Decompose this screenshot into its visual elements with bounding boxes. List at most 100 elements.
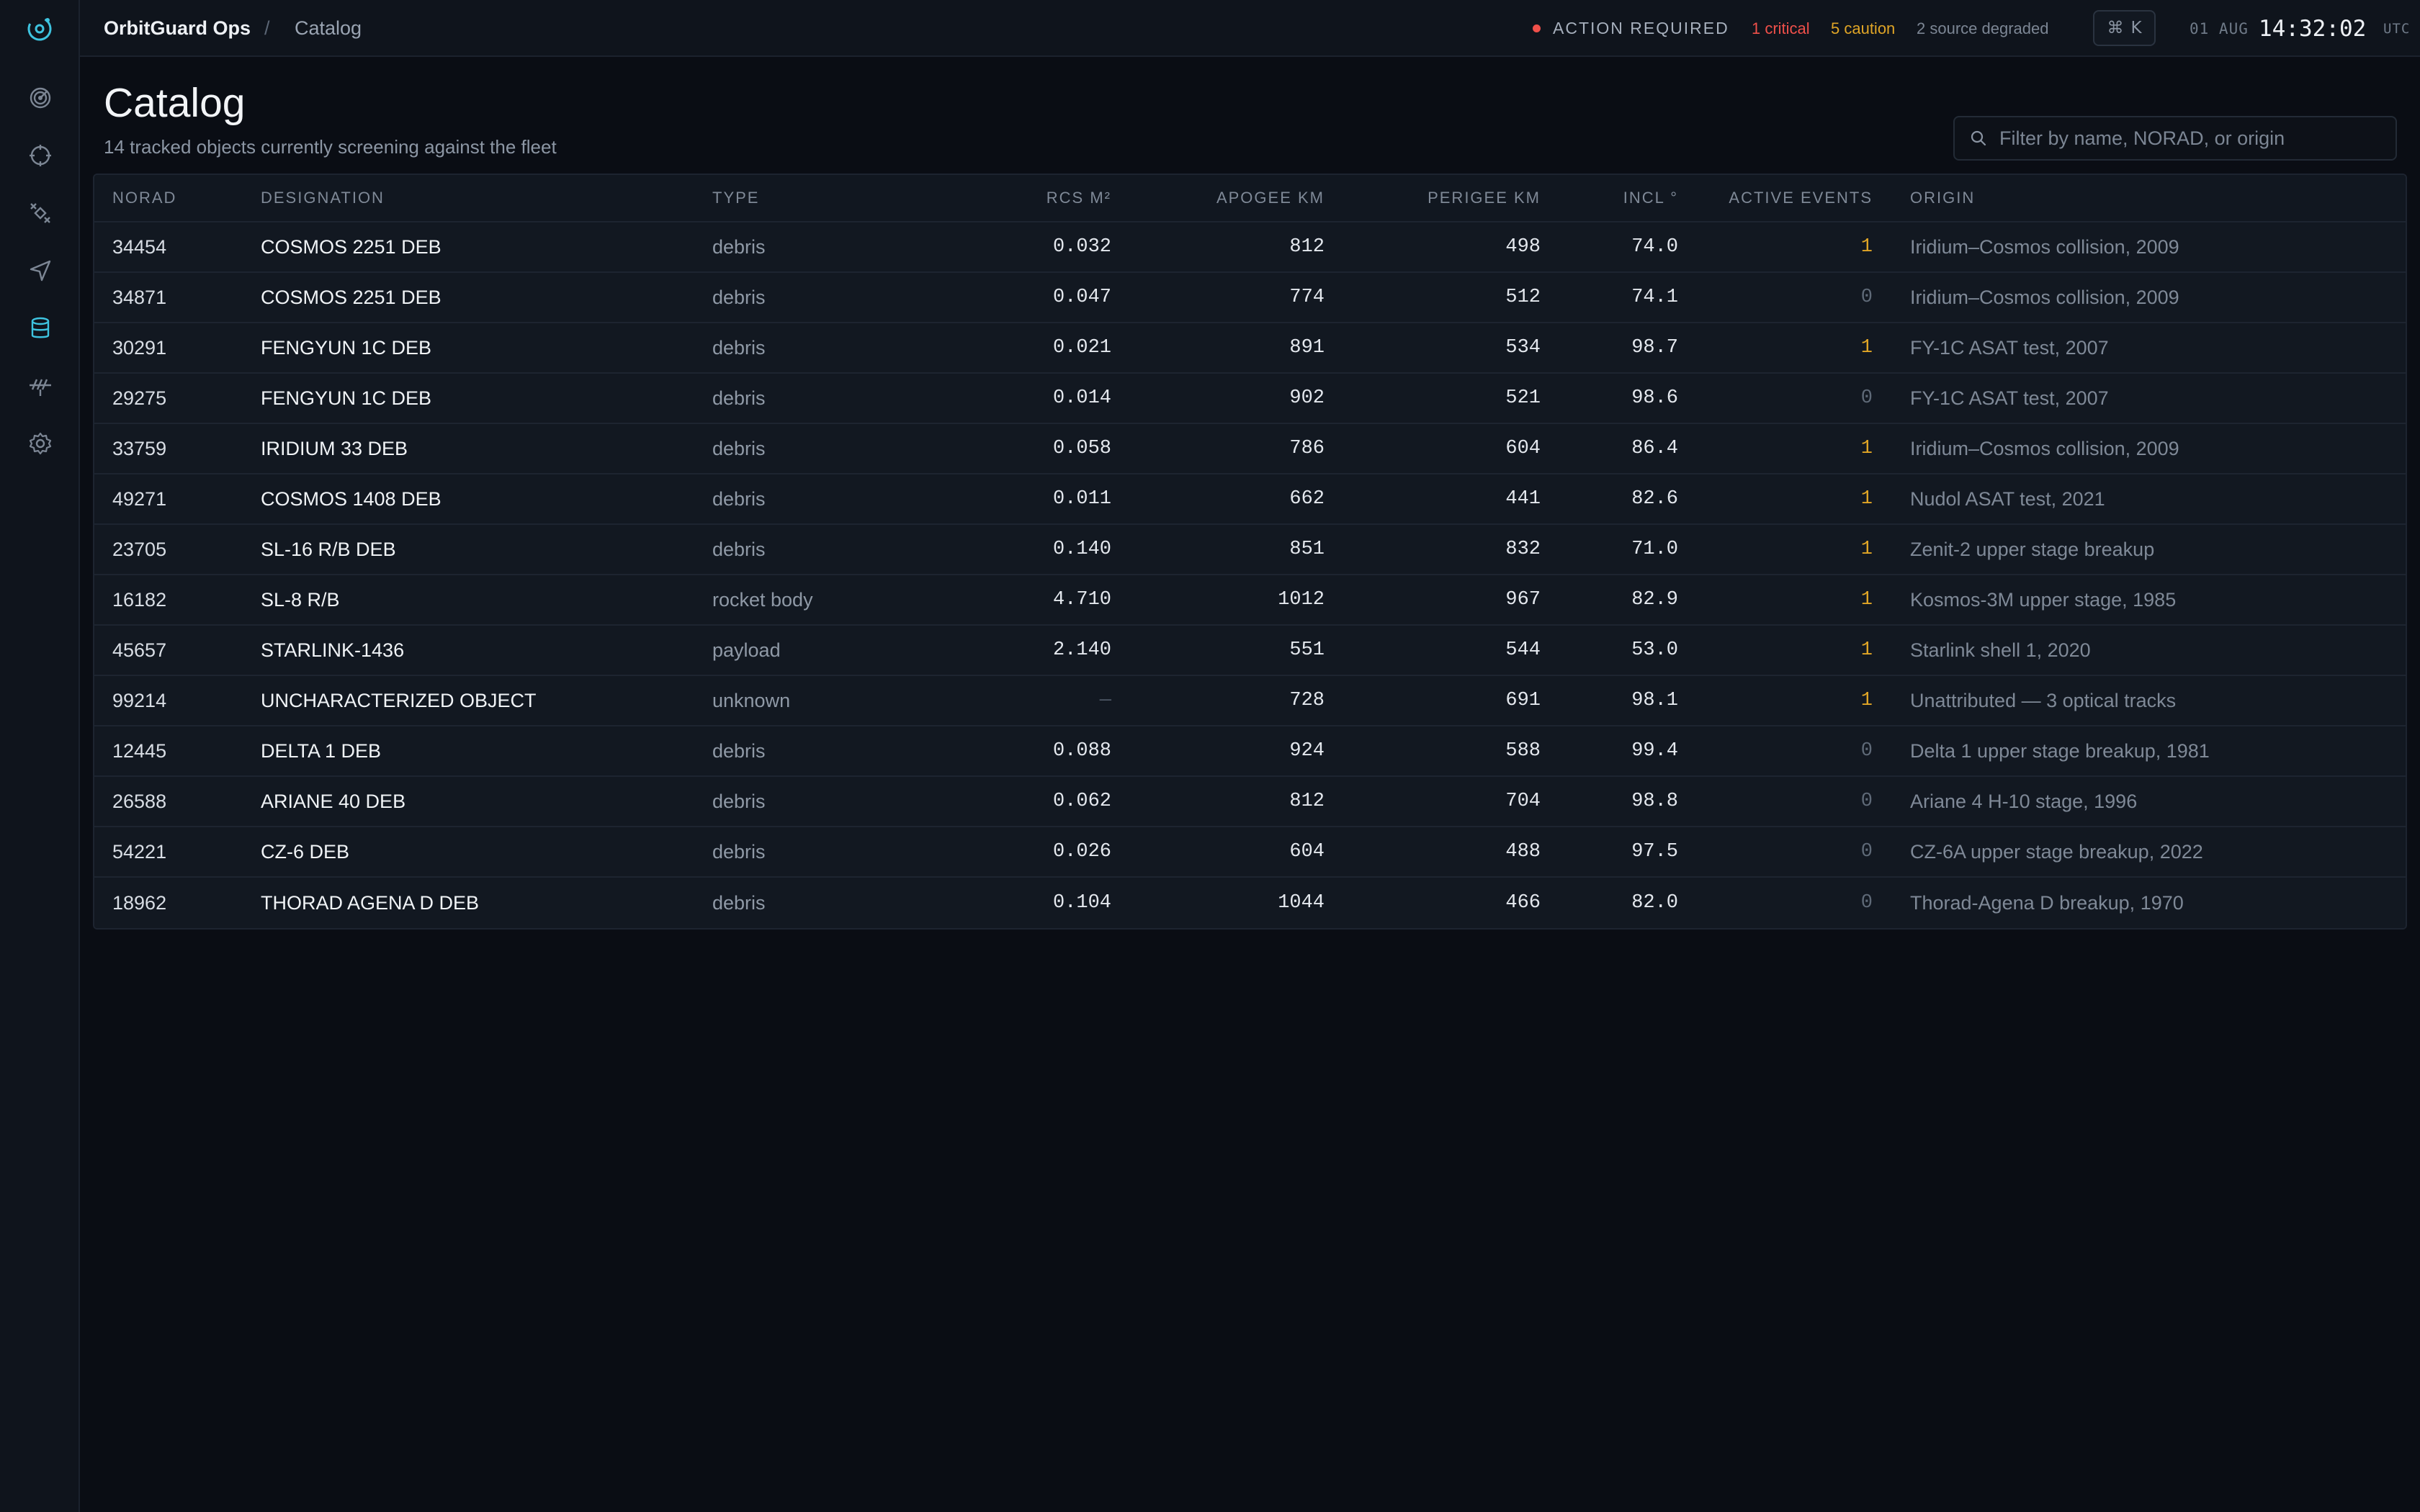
cell-type: payload bbox=[712, 639, 781, 661]
cell-norad: 54221 bbox=[112, 840, 167, 863]
table-row[interactable]: 30291 FENGYUN 1C DEB debris 0.021 891 534 98.7… bbox=[94, 323, 2406, 374]
cell-apogee: 812 bbox=[1289, 791, 1325, 812]
cell-rcs: 0.026 bbox=[1052, 841, 1111, 863]
degraded-sources[interactable]: 2 source degraded bbox=[1917, 0, 2048, 57]
table-row[interactable]: 49271 COSMOS 1408 DEB debris 0.011 662 441 82.… bbox=[94, 474, 2406, 525]
cell-perigee: 832 bbox=[1505, 539, 1541, 560]
cell-norad: 45657 bbox=[112, 639, 167, 661]
column-header-designation[interactable]: DESIGNATION bbox=[261, 175, 385, 221]
cell-perigee: 967 bbox=[1505, 589, 1541, 611]
table-row[interactable]: 16182 SL-8 R/B rocket body 4.710 1012 967 82.9… bbox=[94, 575, 2406, 626]
cell-active-events: 0 bbox=[1860, 841, 1873, 863]
table-row[interactable]: 45657 STARLINK-1436 payload 2.140 551 544 53.0… bbox=[94, 626, 2406, 676]
column-header-norad[interactable]: NORAD bbox=[112, 175, 176, 221]
cell-origin: Zenit-2 upper stage breakup bbox=[1910, 538, 2155, 560]
breadcrumb-current: Catalog bbox=[295, 17, 362, 39]
cell-perigee: 512 bbox=[1505, 287, 1541, 308]
table-row[interactable]: 29275 FENGYUN 1C DEB debris 0.014 902 521 98.6… bbox=[94, 374, 2406, 424]
status-dot-icon bbox=[1533, 24, 1541, 32]
cell-perigee: 498 bbox=[1505, 236, 1541, 258]
table-row[interactable]: 33759 IRIDIUM 33 DEB debris 0.058 786 604 86.4… bbox=[94, 424, 2406, 474]
cell-inclination: 99.4 bbox=[1631, 740, 1678, 762]
cell-rcs: 0.140 bbox=[1052, 539, 1111, 560]
cell-perigee: 704 bbox=[1505, 791, 1541, 812]
column-header-inclination[interactable]: INCL ° bbox=[1623, 175, 1678, 221]
table-header: NORAD DESIGNATION TYPE RCS M² APOGEE KM … bbox=[94, 175, 2406, 222]
cell-type: debris bbox=[712, 235, 766, 258]
cell-type: debris bbox=[712, 840, 766, 863]
sidebar-item-catalog[interactable] bbox=[0, 303, 80, 354]
breadcrumb-separator: / bbox=[264, 17, 270, 39]
sidebar-item-targets[interactable] bbox=[0, 130, 80, 181]
catalog-table: NORAD DESIGNATION TYPE RCS M² APOGEE KM … bbox=[93, 174, 2407, 930]
sidebar-item-dispatch[interactable] bbox=[0, 246, 80, 296]
column-header-rcs[interactable]: RCS M² bbox=[1047, 175, 1111, 221]
table-row[interactable]: 34454 COSMOS 2251 DEB debris 0.032 812 498 74.… bbox=[94, 222, 2406, 273]
column-header-apogee[interactable]: APOGEE KM bbox=[1216, 175, 1325, 221]
sidebar-item-radar[interactable] bbox=[0, 73, 80, 123]
column-header-perigee[interactable]: PERIGEE KM bbox=[1428, 175, 1541, 221]
column-header-type[interactable]: TYPE bbox=[712, 175, 759, 221]
page-title: Catalog bbox=[104, 80, 246, 126]
brand-name[interactable]: OrbitGuard Ops bbox=[104, 0, 251, 57]
table-row[interactable]: 18962 THORAD AGENA D DEB debris 0.104 1044 46… bbox=[94, 878, 2406, 928]
sidebar-item-sensors[interactable] bbox=[0, 361, 80, 411]
cell-inclination: 98.7 bbox=[1631, 337, 1678, 359]
cell-inclination: 82.9 bbox=[1631, 589, 1678, 611]
database-icon bbox=[31, 317, 49, 338]
cell-origin: Ariane 4 H-10 stage, 1996 bbox=[1910, 790, 2138, 812]
cell-perigee: 521 bbox=[1505, 387, 1541, 409]
cell-origin: Unattributed — 3 optical tracks bbox=[1910, 689, 2177, 711]
search-box[interactable] bbox=[1953, 116, 2397, 161]
cell-designation: COSMOS 2251 DEB bbox=[261, 286, 442, 308]
command-palette-button[interactable]: ⌘ K bbox=[2093, 10, 2156, 46]
cell-designation: SL-16 R/B DEB bbox=[261, 538, 396, 560]
table-row[interactable]: 54221 CZ-6 DEB debris 0.026 604 488 97.5 0 CZ-6A… bbox=[94, 827, 2406, 878]
table-row[interactable]: 34871 COSMOS 2251 DEB debris 0.047 774 512 74.… bbox=[94, 273, 2406, 323]
cell-apogee: 786 bbox=[1289, 438, 1325, 459]
sidebar-item-settings[interactable] bbox=[0, 418, 80, 469]
table-row[interactable]: 23705 SL-16 R/B DEB debris 0.140 851 832 71.0 1… bbox=[94, 525, 2406, 575]
orbit-logo-icon[interactable] bbox=[0, 0, 79, 57]
table-row[interactable]: 26588 ARIANE 40 DEB debris 0.062 812 704 98.8 0… bbox=[94, 777, 2406, 827]
search-input[interactable] bbox=[1998, 126, 2387, 150]
cell-designation: COSMOS 1408 DEB bbox=[261, 487, 442, 510]
cell-origin: Iridium–Cosmos collision, 2009 bbox=[1910, 286, 2179, 308]
column-header-origin[interactable]: ORIGIN bbox=[1910, 175, 1975, 221]
cell-inclination: 74.0 bbox=[1631, 236, 1678, 258]
cell-apogee: 1044 bbox=[1278, 892, 1325, 914]
command-key-icon: ⌘ bbox=[2107, 19, 2124, 37]
cell-norad: 34454 bbox=[112, 235, 167, 258]
status-label: ACTION REQUIRED bbox=[1553, 19, 1729, 37]
cell-rcs: 0.032 bbox=[1052, 236, 1111, 258]
critical-count[interactable]: 1 critical bbox=[1752, 0, 1810, 57]
cell-designation: DELTA 1 DEB bbox=[261, 739, 382, 762]
table-row[interactable]: 12445 DELTA 1 DEB debris 0.088 924 588 99.4 0 De… bbox=[94, 726, 2406, 777]
cell-active-events: 0 bbox=[1860, 387, 1873, 409]
sidebar-item-satellites[interactable] bbox=[0, 188, 80, 238]
gear-icon bbox=[29, 432, 51, 455]
column-header-active-events[interactable]: ACTIVE EVENTS bbox=[1729, 175, 1873, 221]
cell-rcs: 2.140 bbox=[1052, 639, 1111, 661]
cell-perigee: 441 bbox=[1505, 488, 1541, 510]
cell-type: rocket body bbox=[712, 588, 813, 611]
cell-designation: THORAD AGENA D DEB bbox=[261, 891, 480, 914]
cell-active-events: 1 bbox=[1860, 236, 1873, 258]
cell-origin: FY-1C ASAT test, 2007 bbox=[1910, 336, 2109, 359]
cell-inclination: 86.4 bbox=[1631, 438, 1678, 459]
cell-inclination: 98.8 bbox=[1631, 791, 1678, 812]
cell-apogee: 604 bbox=[1289, 841, 1325, 863]
table-row[interactable]: 99214 UNCHARACTERIZED OBJECT unknown — 728 69… bbox=[94, 676, 2406, 726]
cell-active-events: 0 bbox=[1860, 892, 1873, 914]
cell-origin: FY-1C ASAT test, 2007 bbox=[1910, 387, 2109, 409]
cell-type: unknown bbox=[712, 689, 791, 711]
cell-rcs: 0.047 bbox=[1052, 287, 1111, 308]
cell-origin: Nudol ASAT test, 2021 bbox=[1910, 487, 2105, 510]
cell-origin: Thorad-Agena D breakup, 1970 bbox=[1910, 891, 2184, 914]
cell-type: debris bbox=[712, 437, 766, 459]
caution-count[interactable]: 5 caution bbox=[1831, 0, 1895, 57]
cell-active-events: 1 bbox=[1860, 438, 1873, 459]
clock-time: 14:32:02 bbox=[2259, 15, 2367, 42]
cell-rcs: 0.011 bbox=[1052, 488, 1111, 510]
cell-designation: FENGYUN 1C DEB bbox=[261, 387, 432, 409]
